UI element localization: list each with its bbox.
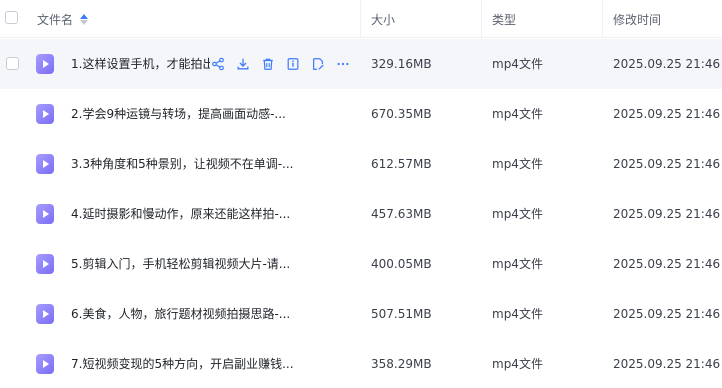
sort-icon[interactable] [80,13,89,25]
video-file-icon [36,204,54,224]
row-actions [210,55,351,73]
file-size: 400.05MB [371,257,432,271]
video-file-icon [36,254,54,274]
column-divider[interactable] [602,0,603,38]
file-row[interactable]: 5.剪辑入门，手机轻松剪辑视频大片-请... 400.05MB mp4文件 20… [0,239,722,289]
file-row[interactable]: 7.短视频变现的5种方向，开启副业赚钱... 358.29MB mp4文件 20… [0,339,722,388]
type-column-header[interactable]: 类型 [492,0,516,38]
file-size: 457.63MB [371,207,432,221]
file-type: mp4文件 [492,57,543,71]
file-name[interactable]: 2.学会9种运镜与转场，提高画面动感-... [71,89,286,139]
video-file-icon [36,104,54,124]
column-divider[interactable] [360,0,361,38]
size-column-label: 大小 [371,12,396,27]
modified-time: 2025.09.25 21:46 [613,307,721,321]
type-column-label: 类型 [492,12,517,27]
modified-time: 2025.09.25 21:46 [613,207,721,221]
time-column-label: 修改时间 [613,12,662,27]
video-file-icon [36,54,54,74]
file-type: mp4文件 [492,307,543,321]
share-icon[interactable] [210,56,226,72]
video-file-icon [36,154,54,174]
name-column-label: 文件名 [37,12,74,27]
file-size: 358.29MB [371,357,432,371]
modified-time: 2025.09.25 21:46 [613,107,721,121]
file-name[interactable]: 6.美食，人物，旅行题材视频拍摄思路-... [71,289,290,339]
file-type: mp4文件 [492,157,543,171]
file-size: 670.35MB [371,107,432,121]
select-all-checkbox[interactable] [5,11,18,24]
file-name[interactable]: 5.剪辑入门，手机轻松剪辑视频大片-请... [71,239,290,289]
modified-time: 2025.09.25 21:46 [613,357,721,371]
modified-time: 2025.09.25 21:46 [613,157,721,171]
file-name[interactable]: 7.短视频变现的5种方向，开启副业赚钱... [71,339,294,388]
file-row[interactable]: 3.3种角度和5种景别，让视频不在单调-... 612.57MB mp4文件 2… [0,139,722,189]
file-row[interactable]: 2.学会9种运镜与转场，提高画面动感-... 670.35MB mp4文件 20… [0,89,722,139]
download-icon[interactable] [235,56,251,72]
video-file-icon [36,304,54,324]
file-type: mp4文件 [492,357,543,371]
file-name[interactable]: 4.延时摄影和慢动作，原来还能这样拍-... [71,189,290,239]
name-column-header[interactable]: 文件名 [37,0,89,38]
video-file-icon [36,354,54,374]
file-row[interactable]: 1.这样设置手机，才能拍出 329.16MB mp4文件 2025.09.25 … [0,39,722,89]
more-icon[interactable] [335,56,351,72]
delete-icon[interactable] [260,56,276,72]
file-type: mp4文件 [492,207,543,221]
column-divider[interactable] [481,0,482,38]
file-type: mp4文件 [492,107,543,121]
file-list-header: 文件名 大小 类型 修改时间 [0,0,722,38]
file-row[interactable]: 4.延时摄影和慢动作，原来还能这样拍-... 457.63MB mp4文件 20… [0,189,722,239]
details-icon[interactable] [285,56,301,72]
edit-icon[interactable] [310,56,326,72]
modified-time: 2025.09.25 21:46 [613,57,721,71]
size-column-header[interactable]: 大小 [371,0,395,38]
file-size: 329.16MB [371,57,432,71]
time-column-header[interactable]: 修改时间 [613,0,661,38]
file-type: mp4文件 [492,257,543,271]
file-size: 507.51MB [371,307,432,321]
file-name[interactable]: 3.3种角度和5种景别，让视频不在单调-... [71,139,294,189]
file-name[interactable]: 1.这样设置手机，才能拍出 [71,39,210,89]
file-size: 612.57MB [371,157,432,171]
file-row[interactable]: 6.美食，人物，旅行题材视频拍摄思路-... 507.51MB mp4文件 20… [0,289,722,339]
modified-time: 2025.09.25 21:46 [613,257,721,271]
row-checkbox[interactable] [6,57,19,70]
